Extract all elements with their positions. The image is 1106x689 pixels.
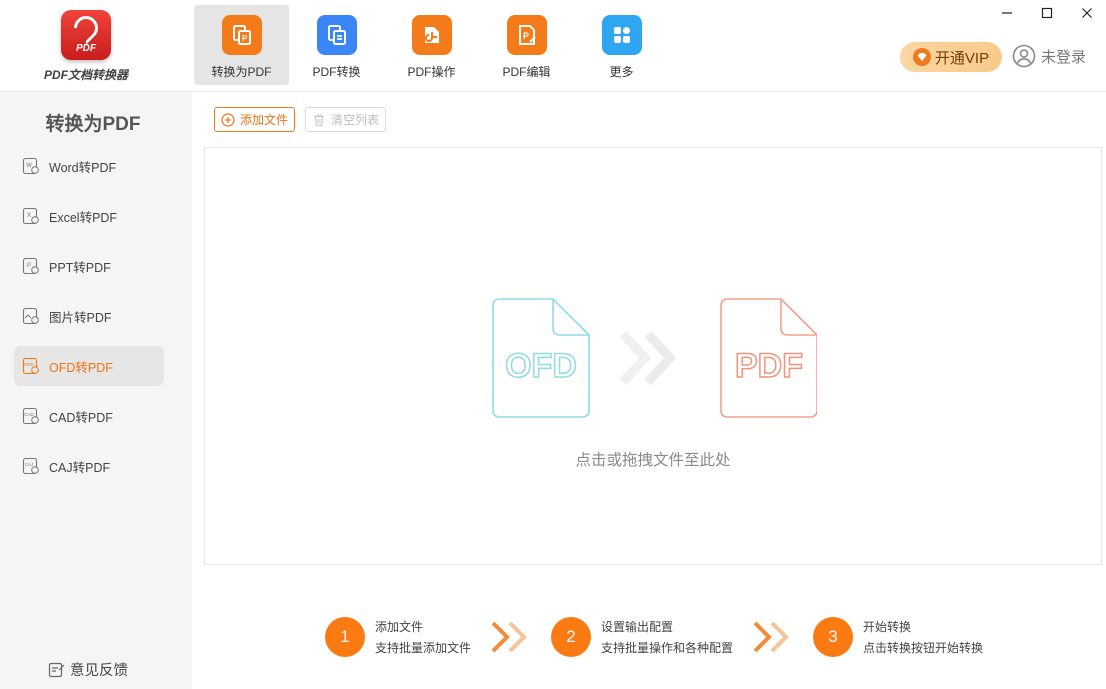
sidebar-item-label: Word转PDF — [49, 160, 117, 175]
step-number: 1 — [325, 617, 365, 657]
svg-text:CAD: CAD — [24, 412, 34, 417]
top-navigation: P 转换为PDF PDF转换 PDF操作 P PDF编辑 更多 — [194, 5, 669, 85]
minimize-icon — [1002, 12, 1012, 14]
nav-label: 转换为PDF — [211, 65, 272, 79]
sidebar-item-ppt[interactable]: P PPT转PDF — [14, 246, 164, 286]
steps-guide: 1 添加文件 支持批量添加文件 2 设置输出配置 支持批量操作和各种配置 3 开… — [325, 615, 1025, 659]
login-label: 未登录 — [1041, 48, 1087, 66]
ofd-file-graphic: OFD — [492, 298, 590, 418]
logo-badge-text: PDF — [76, 43, 96, 54]
sidebar-item-label: PPT转PDF — [49, 260, 111, 275]
add-file-label: 添加文件 — [240, 113, 289, 127]
maximize-icon — [1041, 7, 1053, 19]
ppt-file-icon: P — [22, 257, 39, 275]
svg-text:P: P — [241, 34, 247, 43]
step-number: 2 — [551, 617, 591, 657]
close-icon — [1082, 8, 1092, 18]
trash-icon — [314, 113, 324, 126]
app-logo: PDF PDF文档转换器 — [40, 10, 132, 83]
step-title: 开始转换 — [863, 620, 912, 634]
vip-label: 开通VIP — [934, 49, 990, 67]
svg-text:W: W — [26, 163, 32, 169]
to-pdf-icon: P — [221, 15, 262, 55]
svg-text:P: P — [27, 263, 31, 269]
svg-text:X: X — [27, 213, 31, 219]
step-2-text: 设置输出配置 支持批量操作和各种配置 — [601, 617, 733, 659]
drop-hint: 点击或拖拽文件至此处 — [575, 452, 731, 469]
step-arrow-icon — [491, 621, 527, 653]
more-apps-icon — [601, 15, 642, 55]
user-icon — [1012, 44, 1036, 68]
ofd-file-icon: OFD — [22, 357, 39, 375]
step-number: 3 — [813, 617, 853, 657]
sidebar-title: 转换为PDF — [45, 114, 141, 135]
step-title: 添加文件 — [375, 620, 424, 634]
feedback-icon — [48, 662, 65, 678]
sidebar-item-ofd[interactable]: OFD OFD转PDF — [14, 346, 164, 386]
close-button[interactable] — [1074, 2, 1100, 24]
svg-text:CAJ: CAJ — [25, 462, 34, 467]
nav-pdf-operate[interactable]: PDF操作 — [384, 5, 479, 85]
feedback-label: 意见反馈 — [70, 663, 128, 679]
diamond-icon — [912, 48, 931, 66]
sidebar-item-label: CAD转PDF — [49, 410, 113, 425]
nav-label: 更多 — [609, 65, 634, 79]
nav-pdf-convert[interactable]: PDF转换 — [289, 5, 384, 85]
nav-pdf-edit[interactable]: P PDF编辑 — [479, 5, 574, 85]
ofd-label: OFD — [505, 347, 577, 385]
sidebar: 转换为PDF W Word转PDF X Excel转PDF P PPT转PDF … — [0, 93, 192, 689]
excel-file-icon: X — [22, 207, 39, 225]
step-1-text: 添加文件 支持批量添加文件 — [375, 617, 471, 659]
pdf-convert-icon — [316, 15, 357, 55]
nav-label: PDF转换 — [312, 65, 361, 79]
word-file-icon: W — [22, 157, 39, 175]
step-arrow-icon — [753, 621, 789, 653]
sidebar-item-excel[interactable]: X Excel转PDF — [14, 196, 164, 236]
minimize-button[interactable] — [994, 2, 1020, 24]
window-controls — [980, 2, 1100, 24]
nav-to-pdf[interactable]: P 转换为PDF — [194, 5, 289, 85]
maximize-button[interactable] — [1034, 2, 1060, 24]
feedback-button[interactable]: 意见反馈 — [48, 659, 128, 680]
ofd-to-pdf-illustration: OFD PDF — [492, 298, 817, 418]
pdf-label: PDF — [735, 347, 803, 385]
svg-text:P: P — [522, 31, 528, 41]
add-circle-icon — [221, 112, 235, 127]
caj-file-icon: CAJ — [22, 457, 39, 475]
step-desc: 支持批量添加文件 — [375, 641, 472, 655]
login-button[interactable]: 未登录 — [1012, 44, 1086, 68]
app-name: PDF文档转换器 — [43, 68, 128, 82]
clear-list-label: 清空列表 — [331, 113, 380, 127]
sidebar-item-caj[interactable]: CAJ CAJ转PDF — [14, 446, 164, 486]
double-arrow-icon — [619, 330, 677, 386]
sidebar-item-label: OFD转PDF — [49, 360, 113, 375]
vip-button[interactable]: 开通VIP — [900, 42, 1002, 72]
svg-text:OFD: OFD — [24, 362, 34, 367]
pdf-logo-icon: PDF — [61, 10, 111, 60]
sidebar-item-label: CAJ转PDF — [49, 460, 111, 475]
step-3-text: 开始转换 点击转换按钮开始转换 — [863, 617, 983, 659]
pdf-operate-icon — [411, 15, 452, 55]
step-title: 设置输出配置 — [601, 620, 674, 634]
sidebar-item-word[interactable]: W Word转PDF — [14, 146, 164, 186]
pdf-file-graphic: PDF — [720, 298, 817, 418]
main-content: 添加文件 清空列表 OFD PDF 点击或拖拽文件至此处 1 添加文件 支持批量… — [192, 93, 1106, 689]
cad-file-icon: CAD — [22, 407, 39, 425]
nav-more[interactable]: 更多 — [574, 5, 669, 85]
step-desc: 支持批量操作和各种配置 — [601, 641, 734, 655]
file-drop-zone[interactable]: OFD PDF 点击或拖拽文件至此处 — [204, 147, 1102, 565]
nav-label: PDF编辑 — [502, 65, 551, 79]
pdf-edit-icon: P — [506, 15, 547, 55]
image-file-icon — [22, 307, 39, 325]
sidebar-item-label: Excel转PDF — [49, 210, 118, 225]
sidebar-item-label: 图片转PDF — [49, 310, 112, 325]
sidebar-item-cad[interactable]: CAD CAD转PDF — [14, 396, 164, 436]
sidebar-item-image[interactable]: 图片转PDF — [14, 296, 164, 336]
title-bar: PDF PDF文档转换器 P 转换为PDF PDF转换 PDF操作 P PDF编… — [0, 0, 1106, 92]
clear-list-button[interactable]: 清空列表 — [305, 107, 387, 132]
nav-label: PDF操作 — [407, 65, 456, 79]
add-file-button[interactable]: 添加文件 — [214, 107, 296, 132]
step-desc: 点击转换按钮开始转换 — [863, 641, 984, 655]
